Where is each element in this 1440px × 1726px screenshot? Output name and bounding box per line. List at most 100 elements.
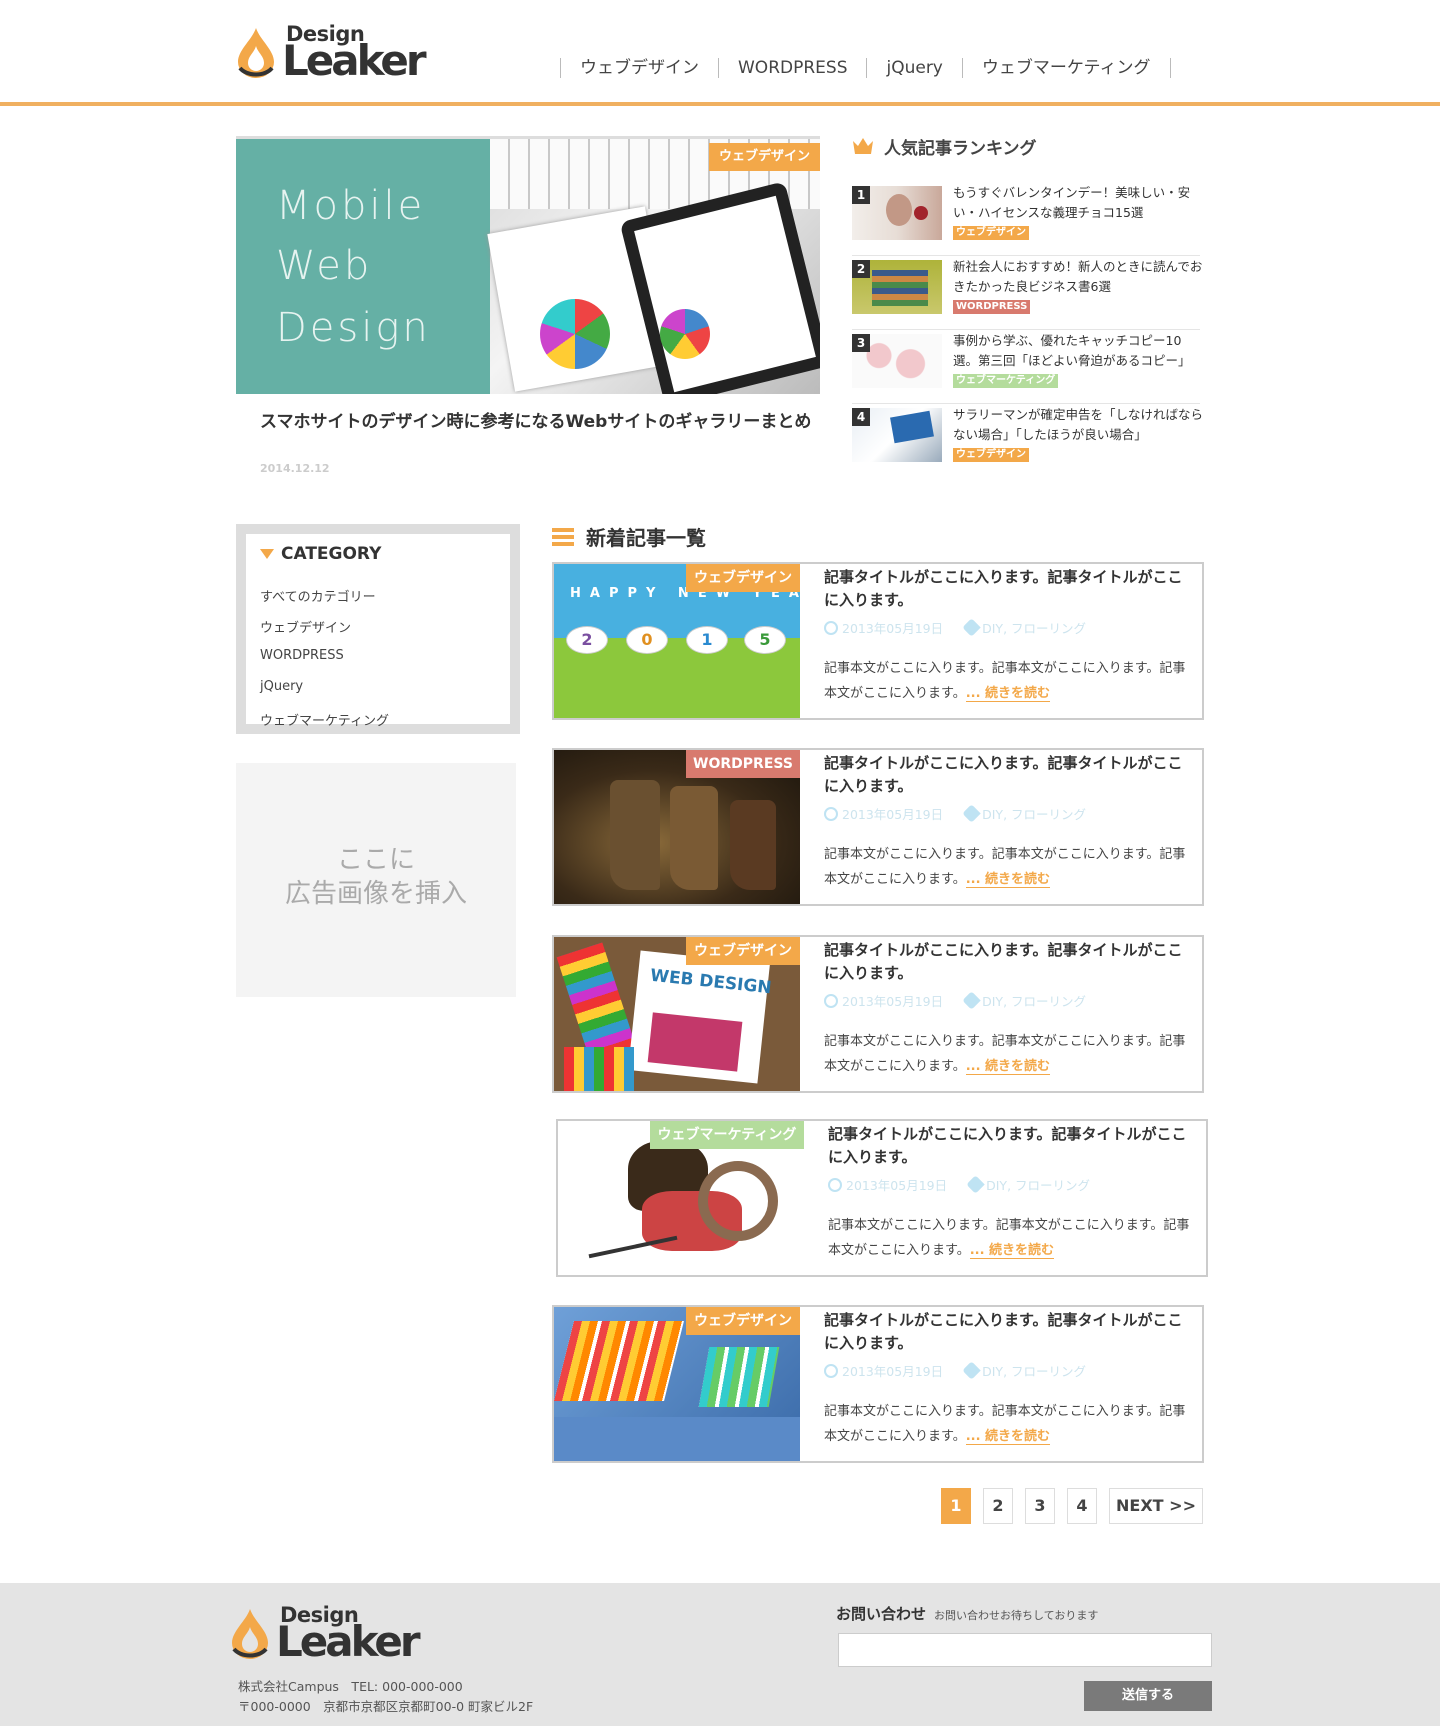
article-date: 2013年05月19日: [842, 807, 944, 822]
article-title[interactable]: 記事タイトルがここに入ります。記事タイトルがここに入ります。: [824, 939, 1194, 985]
ranking-item[interactable]: 2 新社会人におすすめ！新人のときに読んでおきたかった良ビジネス書6選 WORD…: [852, 259, 1203, 330]
ranking-heading-text: 人気記事ランキング: [884, 138, 1037, 159]
site-footer: Design Leaker 株式会社Campus TEL: 000-000-00…: [0, 1583, 1440, 1726]
article-title[interactable]: 記事タイトルがここに入ります。記事タイトルがここに入ります。: [824, 566, 1194, 612]
article-date: 2013年05月19日: [842, 621, 944, 636]
article-meta: 2013年05月19日 DIY, フローリング: [824, 618, 1086, 637]
page-1-button[interactable]: 1: [941, 1488, 971, 1524]
contact-title: お問い合わせ: [836, 1605, 927, 1623]
article-excerpt: 記事本文がここに入ります。記事本文がここに入ります。記事本文がここに入ります。.…: [828, 1213, 1200, 1263]
article-tags[interactable]: DIY, フローリング: [982, 804, 1086, 823]
hero-overlay-line: Design: [276, 305, 431, 351]
ad-placeholder[interactable]: ここに 広告画像を挿入: [236, 763, 516, 997]
ranking-number: 2: [852, 260, 870, 278]
site-header: Design Leaker ウェブデザイン WORDPRESS jQuery ウ…: [0, 0, 1440, 106]
company-address: 〒000-0000 京都市京都区京都町00-0 町家ビル2F: [238, 1699, 534, 1714]
article-date: 2013年05月19日: [842, 1364, 944, 1379]
article-title[interactable]: 記事タイトルがここに入ります。記事タイトルがここに入ります。: [824, 752, 1194, 798]
image-digit: 2: [566, 626, 608, 654]
ranking-heading: 人気記事ランキング: [852, 134, 1037, 159]
tag-icon: [962, 804, 981, 823]
ranking-number: 1: [852, 186, 870, 204]
article-tags[interactable]: DIY, フローリング: [982, 991, 1086, 1010]
crown-icon: [853, 138, 873, 154]
read-more-link[interactable]: ... 続きを読む: [965, 686, 1051, 702]
footer-logo[interactable]: Design Leaker: [230, 1603, 450, 1666]
article-tags[interactable]: DIY, フローリング: [982, 1361, 1086, 1380]
ranking-number: 3: [852, 334, 870, 352]
next-page-button[interactable]: NEXT >>: [1109, 1488, 1203, 1524]
logo-text-large: Leaker: [276, 1617, 421, 1666]
article-tags[interactable]: DIY, フローリング: [986, 1175, 1090, 1194]
ranking-tag[interactable]: ウェブマーケティング: [953, 374, 1059, 388]
article-title[interactable]: 記事タイトルがここに入ります。記事タイトルがここに入ります。: [824, 1309, 1194, 1355]
hero-overlay-line: Web: [276, 243, 373, 289]
category-item-jquery[interactable]: jQuery: [260, 679, 303, 694]
nav-item-jquery[interactable]: jQuery: [866, 58, 961, 78]
article-title[interactable]: 記事タイトルがここに入ります。記事タイトルがここに入ります。: [828, 1123, 1198, 1169]
page-4-button[interactable]: 4: [1067, 1488, 1097, 1524]
page-3-button[interactable]: 3: [1025, 1488, 1055, 1524]
category-item-all[interactable]: すべてのカテゴリー: [260, 586, 376, 605]
clock-icon: [824, 993, 838, 1008]
articles-heading-text: 新着記事一覧: [586, 526, 706, 550]
article-card[interactable]: WEB DESIGN ウェブデザイン 記事タイトルがここに入ります。記事タイトル…: [552, 935, 1204, 1093]
article-category-tag[interactable]: ウェブデザイン: [686, 937, 800, 965]
page-2-button[interactable]: 2: [983, 1488, 1013, 1524]
tag-icon: [962, 1361, 981, 1380]
category-item-webdesign[interactable]: ウェブデザイン: [260, 617, 351, 636]
article-card[interactable]: ウェブデザイン 記事タイトルがここに入ります。記事タイトルがここに入ります。 2…: [552, 1305, 1204, 1463]
ranking-tag[interactable]: ウェブデザイン: [953, 226, 1029, 240]
contact-heading: お問い合わせ お問い合わせお待ちしております: [836, 1603, 1098, 1624]
image-digit: 5: [744, 626, 786, 654]
read-more-link[interactable]: ... 続きを読む: [965, 1059, 1051, 1075]
article-category-tag[interactable]: ウェブデザイン: [686, 564, 800, 592]
category-widget: CATEGORY すべてのカテゴリー ウェブデザイン WORDPRESS jQu…: [236, 524, 520, 734]
pie-chart-image: [660, 309, 710, 359]
nav-item-webmarketing[interactable]: ウェブマーケティング: [961, 58, 1171, 78]
read-more-link[interactable]: ... 続きを読む: [965, 872, 1051, 888]
category-heading-text: CATEGORY: [281, 544, 382, 564]
ranking-item[interactable]: 1 もうすぐバレンタインデー！美味しい・安い・ハイセンスな義理チョコ15選 ウェ…: [852, 185, 1200, 256]
article-card[interactable]: HAPPY NEW YEAR 2 0 1 5 ウェブデザイン 記事タイトルがここ…: [552, 562, 1204, 720]
ranking-item[interactable]: 4 サラリーマンが確定申告を「しなければならない場合」「したほうが良い場合」 ウ…: [852, 407, 1203, 478]
ranking-title: 新社会人におすすめ！新人のときに読んでおきたかった良ビジネス書6選: [953, 259, 1203, 294]
ranking-item[interactable]: 3 事例から学ぶ、優れたキャッチコピー10選。第三回「ほどよい脅迫があるコピー」…: [852, 333, 1200, 404]
hero-category-tag[interactable]: ウェブデザイン: [708, 143, 820, 171]
read-more-link[interactable]: ... 続きを読む: [965, 1429, 1051, 1445]
hero-title[interactable]: スマホサイトのデザイン時に参考になるWebサイトのギャラリーまとめ: [260, 410, 820, 435]
article-category-tag[interactable]: ウェブデザイン: [686, 1307, 800, 1335]
hero-date: 2014.12.12: [260, 462, 330, 475]
clock-icon: [824, 1363, 838, 1378]
article-card[interactable]: ウェブマーケティング 記事タイトルがここに入ります。記事タイトルがここに入ります…: [556, 1119, 1208, 1277]
article-meta: 2013年05月19日 DIY, フローリング: [824, 1361, 1086, 1380]
article-meta: 2013年05月19日 DIY, フローリング: [828, 1175, 1090, 1194]
nav-item-wordpress[interactable]: WORDPRESS: [718, 58, 866, 78]
article-excerpt: 記事本文がここに入ります。記事本文がここに入ります。記事本文がここに入ります。.…: [824, 656, 1196, 706]
company-info: 株式会社Campus TEL: 000-000-000: [238, 1679, 463, 1694]
triangle-down-icon: [260, 549, 274, 559]
article-card[interactable]: WORDPRESS 記事タイトルがここに入ります。記事タイトルがここに入ります。…: [552, 748, 1204, 906]
article-tags[interactable]: DIY, フローリング: [982, 618, 1086, 637]
contact-input[interactable]: [838, 1633, 1212, 1667]
submit-button[interactable]: 送信する: [1084, 1681, 1212, 1711]
ranking-tag[interactable]: WORDPRESS: [953, 300, 1031, 314]
article-category-tag[interactable]: WORDPRESS: [686, 750, 800, 778]
hero-overlay-line: Mobile: [276, 183, 426, 229]
site-logo[interactable]: Design Leaker: [236, 22, 456, 85]
pie-chart-image: [540, 299, 610, 369]
tag-icon: [962, 618, 981, 637]
article-excerpt: 記事本文がここに入ります。記事本文がここに入ります。記事本文がここに入ります。.…: [824, 1029, 1196, 1079]
drop-logo-icon: [238, 28, 274, 78]
category-item-webmarketing[interactable]: ウェブマーケティング: [260, 710, 389, 729]
clock-icon: [824, 620, 838, 635]
hero-feature[interactable]: Mobile Web Design ウェブデザイン: [236, 136, 820, 394]
nav-item-webdesign[interactable]: ウェブデザイン: [560, 58, 718, 78]
article-category-tag[interactable]: ウェブマーケティング: [650, 1121, 804, 1149]
ad-text-line: ここに: [336, 845, 415, 875]
category-item-wordpress[interactable]: WORDPRESS: [260, 648, 344, 663]
read-more-link[interactable]: ... 続きを読む: [969, 1243, 1055, 1259]
image-digit: 1: [686, 626, 728, 654]
article-meta: 2013年05月19日 DIY, フローリング: [824, 991, 1086, 1010]
ranking-tag[interactable]: ウェブデザイン: [953, 448, 1029, 462]
